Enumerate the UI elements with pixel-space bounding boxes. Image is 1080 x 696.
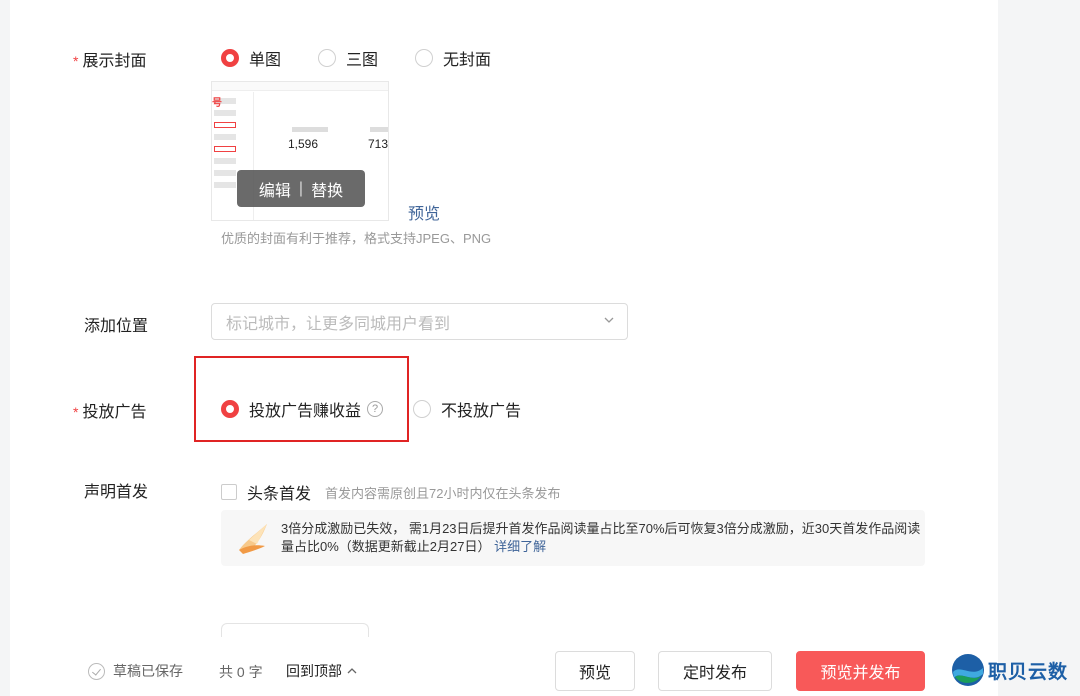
right-gutter	[998, 0, 1080, 696]
checkbox-icon	[221, 484, 237, 500]
cover-hint: 优质的封面有利于推荐，格式支持JPEG、PNG	[221, 231, 492, 246]
check-circle-icon	[88, 662, 105, 680]
radio-unchecked-icon	[318, 49, 336, 67]
cover-preview-link[interactable]: 预览	[408, 200, 440, 224]
help-icon[interactable]: ?	[367, 401, 384, 417]
incentive-notice: 3倍分成激励已失效， 需1月23日后提升首发作品阅读量占比至70%后可恢复3倍分…	[221, 510, 925, 566]
back-to-top-button[interactable]: 回到顶部	[286, 661, 358, 681]
chevron-up-icon	[347, 668, 357, 674]
draft-saved-status: 草稿已保存	[88, 661, 183, 681]
thumbnail-mark: 号	[212, 98, 222, 109]
chevron-down-icon	[604, 317, 614, 323]
radio-unchecked-icon	[415, 49, 433, 67]
edit-cover-button[interactable]: 编辑	[259, 177, 291, 201]
thumbnail-stat-2: 713.	[368, 137, 389, 151]
replace-cover-button[interactable]: 替换	[311, 177, 343, 201]
collapsed-section-stub	[221, 623, 369, 637]
location-label: 添加位置	[84, 318, 149, 335]
ads-option-on[interactable]: 投放广告赚收益?	[221, 397, 384, 421]
thumbnail-stat-1: 1,596	[288, 137, 319, 151]
cover-edit-overlay: 编辑 | 替换	[237, 170, 365, 207]
preview-and-publish-button[interactable]: 预览并发布	[796, 651, 925, 691]
radio-checked-icon	[221, 400, 239, 418]
editor-panel	[10, 0, 998, 696]
first-publish-description: 首发内容需原创且72小时内仅在头条发布	[325, 485, 561, 501]
ads-label: * 投放广告	[73, 404, 147, 421]
radio-checked-icon	[221, 49, 239, 67]
ads-option-off[interactable]: 不投放广告	[413, 397, 521, 421]
cover-option-triple[interactable]: 三图	[318, 46, 378, 70]
cover-label: * 展示封面	[73, 53, 147, 70]
brand-logo-icon	[952, 654, 984, 686]
notice-detail-link[interactable]: 详细了解	[494, 539, 546, 554]
cover-option-single[interactable]: 单图	[221, 46, 281, 70]
notice-text: 3倍分成激励已失效， 需1月23日后提升首发作品阅读量占比至70%后可恢复3倍分…	[281, 521, 921, 554]
cover-option-none[interactable]: 无封面	[415, 46, 491, 70]
location-placeholder: 标记城市，让更多同城用户看到	[226, 315, 451, 333]
word-count: 共 0 字	[219, 664, 263, 680]
ribbon-illustration-icon	[239, 524, 267, 554]
location-select[interactable]: 标记城市，让更多同城用户看到	[211, 303, 628, 340]
first-publish-checkbox[interactable]: 头条首发 首发内容需原创且72小时内仅在头条发布	[221, 480, 560, 504]
first-publish-label: 声明首发	[84, 484, 149, 501]
schedule-publish-button[interactable]: 定时发布	[658, 651, 772, 691]
watermark-logo: 职贝云数	[950, 652, 1068, 688]
preview-button[interactable]: 预览	[555, 651, 635, 691]
cover-thumbnail[interactable]: 号 1,596 713. 编辑 | 替换	[211, 81, 389, 221]
radio-unchecked-icon	[413, 400, 431, 418]
